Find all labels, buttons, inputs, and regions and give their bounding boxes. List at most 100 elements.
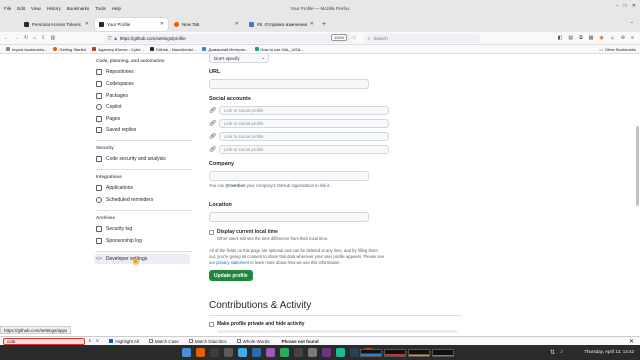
match-case-option[interactable]: Match Case (148, 339, 179, 344)
bookmark-hal-uga[interactable]: How to use HAL_UGA... (254, 47, 304, 52)
taskbar-app-icon[interactable] (252, 348, 261, 357)
sidebar-item-sponsorship-log[interactable]: Sponsorship log (96, 236, 192, 246)
update-profile-button[interactable]: Update profile (209, 270, 253, 281)
private-profile-checkbox[interactable] (209, 322, 214, 327)
extension-icon[interactable]: ◉ (599, 35, 603, 41)
taskbar-app-icon[interactable] (350, 348, 359, 357)
sidebar-item-code-security[interactable]: Code security and analysis (96, 154, 192, 164)
close-tab-icon[interactable]: ✕ (160, 21, 164, 27)
account-icon[interactable]: ☺ (610, 35, 615, 41)
downloads-icon[interactable]: ⇩ (41, 35, 45, 41)
bookmark-getting-started[interactable]: Getting Started (53, 47, 86, 52)
page-scrollbar[interactable] (636, 126, 639, 206)
library-icon[interactable]: ▥ (50, 35, 55, 41)
zoom-level-badge[interactable]: 110% (331, 34, 347, 41)
social-link-input-2[interactable]: Link to social profile (219, 119, 389, 128)
maximize-icon[interactable]: □ (624, 3, 627, 9)
social-link-input-3[interactable]: Link to social profile (219, 132, 389, 141)
taskbar-app-icon[interactable] (224, 348, 233, 357)
menu-file[interactable]: File (4, 6, 11, 11)
bookmark-home-internet[interactable]: Домашний Интерне... (202, 47, 249, 52)
tray-volume-icon[interactable]: ♪ (560, 349, 563, 355)
sidebar-toggle-icon[interactable]: ▤ (568, 35, 573, 41)
bookmark-unity-adapter[interactable]: Адаптер Юнити - Cybe... (92, 47, 144, 52)
match-case-checkbox[interactable] (148, 339, 153, 343)
tab-access-tokens[interactable]: Personal Access Tokens (Cl... ✕ (20, 18, 93, 31)
list-tabs-chevron-icon[interactable]: ⌄ (630, 19, 634, 25)
tab-git-push[interactable]: #8. Отправка изменений ✕ (245, 18, 318, 31)
bookmark-github-nanonerds[interactable]: GitHub - NanoNerds/... (149, 47, 196, 52)
close-tab-icon[interactable]: ✕ (85, 21, 89, 27)
close-findbar-icon[interactable]: ✕ (629, 338, 634, 345)
taskbar-app-icon[interactable] (280, 348, 289, 357)
social-link-input-4[interactable]: Link to social profile (219, 145, 389, 154)
close-tab-icon[interactable]: ✕ (235, 21, 239, 27)
reader-icon[interactable]: ▦ (589, 35, 594, 41)
find-next-icon[interactable]: ∨ (96, 338, 100, 344)
sidebar-item-applications[interactable]: Applications (96, 183, 192, 193)
bookmark-star-icon[interactable]: ☆ (352, 35, 356, 41)
taskbar-app-icon[interactable] (238, 348, 247, 357)
find-input[interactable]: cola (3, 337, 85, 345)
tab-your-profile[interactable]: Your Profile ✕ (95, 17, 168, 31)
taskbar-app-icon[interactable] (336, 348, 345, 357)
taskbar-app-icon[interactable] (294, 348, 303, 357)
search-bar[interactable]: ⌕ Search (364, 34, 480, 43)
sidebar-item-developer-settings[interactable]: <> Developer settings (94, 254, 190, 264)
pocket-icon[interactable]: ◧ (558, 35, 563, 41)
company-input[interactable] (209, 171, 369, 181)
match-diacritics-option[interactable]: Match Diacritics (188, 339, 227, 344)
taskbar-app-icon[interactable] (182, 348, 191, 357)
highlight-all-checkbox[interactable] (109, 339, 114, 343)
menu-edit[interactable]: Edit (17, 6, 25, 11)
overflow-menu-icon[interactable]: ≡ (631, 35, 634, 41)
sidebar-item-packages[interactable]: Packages (96, 91, 192, 101)
sidebar-item-pages[interactable]: Pages (96, 114, 192, 124)
location-input[interactable] (209, 212, 369, 222)
sidebar-item-security-log[interactable]: Security log (96, 224, 192, 234)
reload-icon[interactable]: ↻ (24, 35, 28, 41)
url-input[interactable] (209, 79, 369, 89)
new-tab-button[interactable]: + (322, 21, 326, 28)
menu-tools[interactable]: Tools (95, 6, 106, 11)
whole-words-option[interactable]: Whole Words (236, 339, 270, 344)
shield-icon[interactable]: ⛉ (108, 36, 111, 41)
taskbar-app-icon[interactable] (196, 348, 205, 357)
social-link-input-1[interactable]: Link to social profile (219, 106, 389, 115)
sidebar-item-codespaces[interactable]: Codespaces (96, 79, 192, 89)
whole-words-checkbox[interactable] (236, 339, 241, 343)
pronouns-select[interactable]: Don't specify ⌄ (209, 54, 269, 63)
tab-new-tab[interactable]: New Tab ✕ (170, 18, 243, 31)
puzzle-extensions-icon[interactable]: ✣ (621, 35, 625, 41)
taskbar-app-icon[interactable] (266, 348, 275, 357)
bookmark-import[interactable]: Import bookmarks... (6, 47, 47, 52)
close-tab-icon[interactable]: ✕ (310, 21, 314, 27)
taskbar-clock[interactable]: Thursday, April 13, 14:42 (584, 349, 634, 354)
sidebar-item-scheduled-reminders[interactable]: Scheduled reminders (96, 195, 192, 205)
close-window-icon[interactable]: ✕ (632, 3, 636, 9)
find-previous-icon[interactable]: ∧ (88, 338, 92, 344)
back-arrow-icon[interactable]: ← (4, 35, 9, 41)
lock-icon[interactable]: 🔒︎ (114, 36, 116, 41)
home-icon[interactable]: ⌂ (33, 35, 36, 41)
privacy-statement-link[interactable]: privacy statement (216, 260, 249, 265)
forward-arrow-icon[interactable]: → (14, 35, 19, 41)
menu-view[interactable]: View (31, 6, 41, 11)
url-bar[interactable]: ⛉ 🔒︎ https://github.com/settings/profile (104, 34, 352, 43)
highlight-all-option[interactable]: Highlight All (109, 339, 139, 344)
menu-bookmarks[interactable]: Bookmarks (67, 6, 90, 11)
menu-history[interactable]: History (47, 6, 61, 11)
sidebar-item-copilot[interactable]: Copilot (96, 102, 192, 112)
other-bookmarks[interactable]: ▭ Other Bookmarks (599, 47, 636, 52)
taskbar-app-icon[interactable] (322, 348, 331, 357)
menu-help[interactable]: Help (112, 6, 121, 11)
minimize-icon[interactable]: − (616, 3, 619, 9)
sidebar-item-saved-replies[interactable]: Saved replies (96, 125, 192, 135)
taskbar-app-icon[interactable] (210, 348, 219, 357)
match-diacritics-checkbox[interactable] (188, 339, 193, 343)
tray-network-icon[interactable]: ⇅ (550, 349, 555, 356)
taskbar-app-icon[interactable] (308, 348, 317, 357)
synced-tabs-icon[interactable]: ⧉ (579, 35, 583, 41)
sidebar-item-repositories[interactable]: Repositories (96, 67, 192, 77)
local-time-checkbox[interactable] (209, 230, 214, 235)
